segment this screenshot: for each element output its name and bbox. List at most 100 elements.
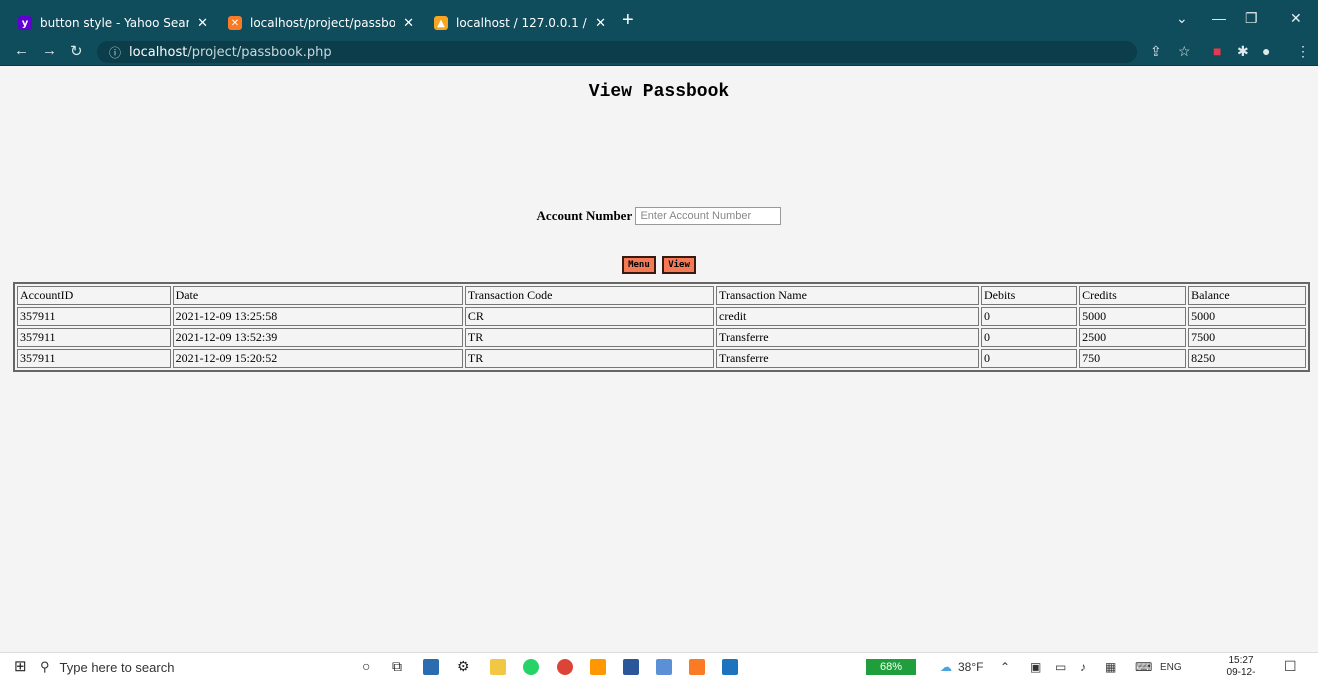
table-cell: TR xyxy=(464,349,715,368)
address-bar-row: ← → ↻ ⓘ localhost/project/passbook.php ⇪… xyxy=(0,38,1318,66)
forward-icon[interactable]: → xyxy=(42,42,57,59)
table-cell: 0 xyxy=(980,307,1078,326)
yahoo-icon: y xyxy=(18,16,32,30)
tab-title: localhost / 127.0.0.1 / online bank xyxy=(456,16,587,30)
clock-time: 15:27 xyxy=(1228,655,1254,666)
table-cell: CR xyxy=(464,307,715,326)
tab-title: button style - Yahoo Search Resu xyxy=(40,16,190,30)
new-tab-button[interactable]: + xyxy=(622,10,634,30)
task-view-icon[interactable]: ⧉ xyxy=(392,658,402,675)
phpmyadmin-icon: ▲ xyxy=(434,16,448,30)
table-cell: credit xyxy=(716,307,979,326)
table-cell: 357911 xyxy=(17,307,171,326)
table-cell: 7500 xyxy=(1188,328,1306,347)
tab-search-icon[interactable]: ⌄ xyxy=(1176,10,1188,27)
table-cell: 357911 xyxy=(17,349,171,368)
column-header: Transaction Name xyxy=(716,286,979,305)
share-icon[interactable]: ⇪ xyxy=(1150,43,1162,60)
table-cell: 2021-12-09 13:52:39 xyxy=(172,328,463,347)
table-cell: 2021-12-09 15:20:52 xyxy=(172,349,463,368)
back-icon[interactable]: ← xyxy=(14,42,29,59)
table-row: 357911 2021-12-09 15:20:52 TR Transferre… xyxy=(17,349,1306,368)
store-icon[interactable] xyxy=(423,659,439,675)
page-content: View Passbook Account Number Menu View A… xyxy=(0,66,1318,652)
table-cell: 8250 xyxy=(1188,349,1306,368)
taskbar-search-placeholder: Type here to search xyxy=(59,659,175,675)
minimize-icon[interactable]: — xyxy=(1212,10,1226,26)
url-path: /project/passbook.php xyxy=(187,44,332,60)
account-number-input[interactable] xyxy=(635,207,782,226)
taskbar-search-box[interactable]: ⚲ Type here to search xyxy=(40,653,340,680)
reload-icon[interactable]: ↻ xyxy=(70,42,83,60)
search-icon: ⚲ xyxy=(40,659,50,674)
language-indicator[interactable]: ENG xyxy=(1160,662,1182,673)
tab-strip: y button style - Yahoo Search Resu ✕ ✕ l… xyxy=(0,0,1318,38)
action-buttons: Menu View xyxy=(0,254,1318,274)
tab-passbook[interactable]: ✕ localhost/project/passbook.php ✕ xyxy=(218,8,424,38)
media-player-icon[interactable] xyxy=(656,659,672,675)
windows-start-icon[interactable]: ⊞ xyxy=(14,657,27,675)
table-cell: 5000 xyxy=(1079,307,1187,326)
photos-icon[interactable] xyxy=(722,659,738,675)
close-window-icon[interactable]: ✕ xyxy=(1290,10,1302,27)
settings-gear-icon[interactable]: ⚙ xyxy=(457,658,470,675)
url-field[interactable]: ⓘ localhost/project/passbook.php xyxy=(97,41,1137,63)
table-cell: Transferre xyxy=(716,328,979,347)
volume-icon[interactable]: ♪ xyxy=(1080,660,1086,674)
table-cell: Transferre xyxy=(716,349,979,368)
table-cell: 2021-12-09 13:25:58 xyxy=(172,307,463,326)
pocket-extension-icon[interactable]: ■ xyxy=(1213,43,1221,59)
table-cell: 0 xyxy=(980,328,1078,347)
word-icon[interactable] xyxy=(623,659,639,675)
column-header: Transaction Code xyxy=(464,286,715,305)
column-header: Debits xyxy=(980,286,1078,305)
account-number-label: Account Number xyxy=(536,208,633,224)
table-header-row: AccountID Date Transaction Code Transact… xyxy=(17,286,1306,305)
extensions-puzzle-icon[interactable]: ✱ xyxy=(1237,43,1249,60)
close-tab-icon[interactable]: ✕ xyxy=(197,16,208,31)
file-explorer-icon[interactable] xyxy=(490,659,506,675)
xampp-icon: ✕ xyxy=(228,16,242,30)
xampp-icon[interactable] xyxy=(689,659,705,675)
table-cell: 750 xyxy=(1079,349,1187,368)
network-icon[interactable]: ▣ xyxy=(1030,660,1041,674)
table-cell: 5000 xyxy=(1188,307,1306,326)
notifications-icon[interactable]: ☐ xyxy=(1284,658,1297,675)
whatsapp-icon[interactable] xyxy=(523,659,539,675)
sublime-text-icon[interactable] xyxy=(590,659,606,675)
table-row: 357911 2021-12-09 13:52:39 TR Transferre… xyxy=(17,328,1306,347)
bookmark-star-icon[interactable]: ☆ xyxy=(1178,43,1191,60)
tab-yahoo-search[interactable]: y button style - Yahoo Search Resu ✕ xyxy=(8,8,218,38)
menu-button[interactable]: Menu xyxy=(622,256,656,274)
column-header: AccountID xyxy=(17,286,171,305)
column-header: Balance xyxy=(1188,286,1306,305)
table-row: 357911 2021-12-09 13:25:58 CR credit 0 5… xyxy=(17,307,1306,326)
view-button[interactable]: View xyxy=(662,256,696,274)
tab-title: localhost/project/passbook.php xyxy=(250,16,396,30)
cortana-icon[interactable]: ○ xyxy=(362,658,370,674)
chrome-icon[interactable] xyxy=(557,659,573,675)
table-cell: 0 xyxy=(980,349,1078,368)
tray-app-icon[interactable]: ▦ xyxy=(1105,660,1116,674)
browser-menu-icon[interactable]: ⋮ xyxy=(1296,43,1310,60)
clock-date: 09-12-2021 xyxy=(1226,667,1256,680)
table-cell: 2500 xyxy=(1079,328,1187,347)
account-number-form: Account Number xyxy=(0,207,1318,226)
keyboard-icon[interactable]: ⌨ xyxy=(1135,660,1152,674)
restore-icon[interactable]: ❐ xyxy=(1245,10,1258,27)
info-icon[interactable]: ⓘ xyxy=(109,44,121,61)
column-header: Credits xyxy=(1079,286,1187,305)
system-clock[interactable]: 15:27 09-12-2021 xyxy=(1216,655,1266,680)
profile-avatar[interactable]: ● xyxy=(1262,43,1270,59)
tab-phpmyadmin[interactable]: ▲ localhost / 127.0.0.1 / online bank ✕ xyxy=(424,8,616,38)
battery-icon[interactable]: ▭ xyxy=(1055,660,1066,674)
show-hidden-icons-icon[interactable]: ⌃ xyxy=(1000,660,1010,674)
weather-icon[interactable]: ☁ xyxy=(940,660,952,674)
weather-temperature[interactable]: 38°F xyxy=(958,660,983,674)
url-host: localhost xyxy=(129,44,188,60)
page-title: View Passbook xyxy=(588,82,730,102)
battery-indicator[interactable]: 68% xyxy=(866,659,916,675)
taskbar: ⊞ ⚲ Type here to search ○ ⧉ ⚙ 68% ☁ 38°F… xyxy=(0,652,1318,680)
close-tab-icon[interactable]: ✕ xyxy=(403,16,414,31)
close-tab-icon[interactable]: ✕ xyxy=(595,16,606,31)
